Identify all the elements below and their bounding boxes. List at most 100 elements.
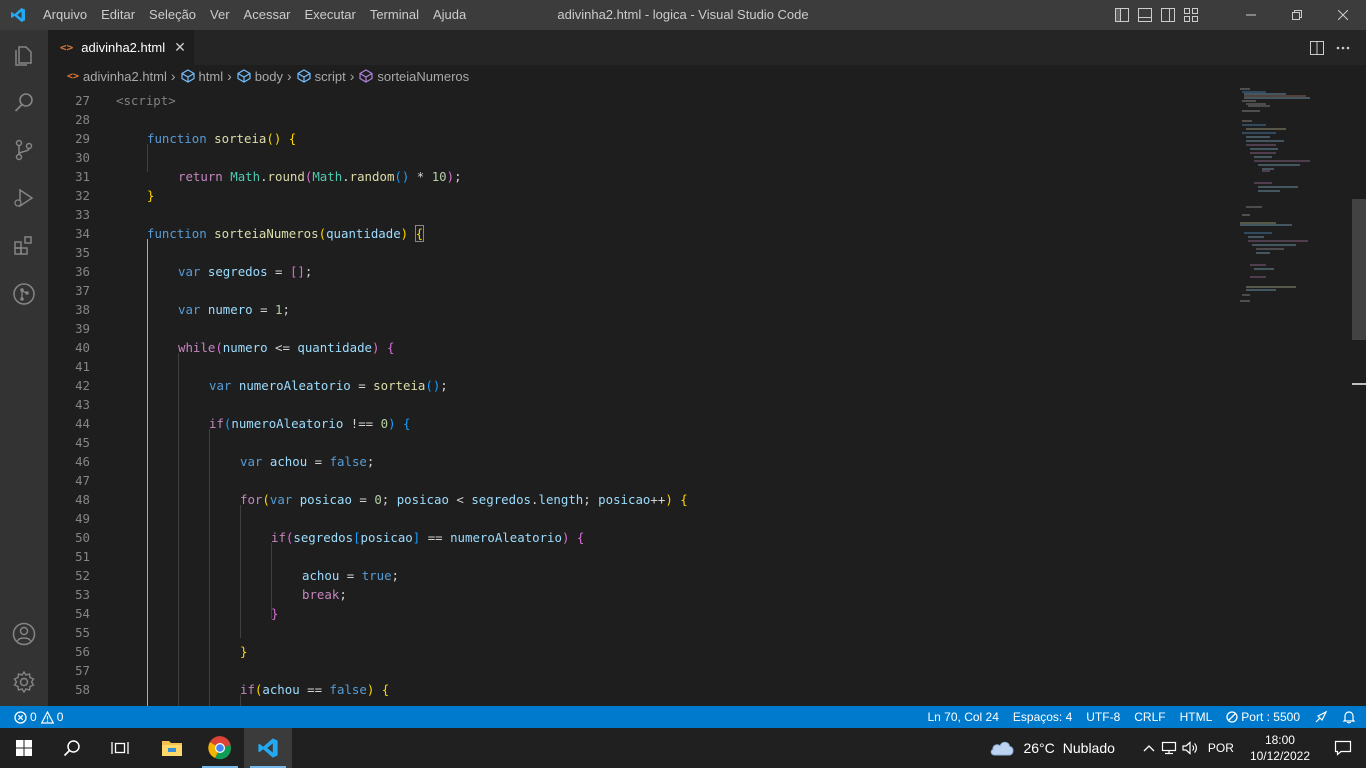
- menu-arquivo[interactable]: Arquivo: [36, 0, 94, 30]
- minimap[interactable]: [1236, 87, 1316, 317]
- live-server-port[interactable]: Port : 5500: [1219, 706, 1307, 728]
- task-view-icon[interactable]: [96, 728, 144, 768]
- volume-icon[interactable]: [1182, 741, 1200, 755]
- line-number: 43: [75, 397, 90, 412]
- taskbar-search-icon[interactable]: [48, 728, 96, 768]
- customize-layout-icon[interactable]: [1179, 0, 1202, 30]
- encoding[interactable]: UTF-8: [1079, 706, 1127, 728]
- line-number: 41: [75, 359, 90, 374]
- more-actions-icon[interactable]: [1330, 30, 1356, 65]
- line-number: 30: [75, 150, 90, 165]
- manage-gear-icon[interactable]: [0, 658, 48, 706]
- breadcrumb-html[interactable]: html: [180, 69, 223, 84]
- vertical-scrollbar-track[interactable]: [1352, 87, 1366, 706]
- indent-guide-active: [147, 239, 148, 706]
- accounts-icon[interactable]: [0, 610, 48, 658]
- token: length: [538, 492, 584, 507]
- file-explorer-icon[interactable]: [148, 728, 196, 768]
- line-number: 58: [75, 682, 90, 697]
- menu-bar: Arquivo Editar Seleção Ver Acessar Execu…: [36, 0, 473, 30]
- line-number: 50: [75, 530, 90, 545]
- source-control-icon[interactable]: [0, 126, 48, 174]
- toggle-primary-sidebar-icon[interactable]: [1110, 0, 1133, 30]
- line-number: 31: [75, 169, 90, 184]
- menu-executar[interactable]: Executar: [298, 0, 363, 30]
- chrome-icon[interactable]: [196, 728, 244, 768]
- toggle-panel-icon[interactable]: [1133, 0, 1156, 30]
- token: sorteiaNumeros: [214, 226, 319, 241]
- code-line-29: function sorteia() {: [147, 131, 297, 146]
- breadcrumb-file[interactable]: <> adivinha2.html: [67, 69, 167, 84]
- token: var: [269, 492, 293, 507]
- cursor-position-marker: [1352, 383, 1366, 385]
- token: function: [147, 131, 207, 146]
- minimize-icon[interactable]: [1228, 0, 1274, 30]
- tab-close-icon[interactable]: ✕: [174, 40, 186, 56]
- no-entry-icon: [1226, 711, 1238, 723]
- toggle-secondary-sidebar-icon[interactable]: [1156, 0, 1179, 30]
- line-number: 36: [75, 264, 90, 279]
- breadcrumb-body[interactable]: body: [237, 69, 283, 84]
- code-line-52: achou = true;: [302, 568, 400, 583]
- menu-ajuda[interactable]: Ajuda: [426, 0, 473, 30]
- tweet-feedback-icon[interactable]: [1307, 706, 1335, 728]
- token: sorteia: [373, 378, 426, 393]
- problems-indicator[interactable]: 0 0: [0, 706, 70, 728]
- end-of-line[interactable]: CRLF: [1127, 706, 1172, 728]
- token: break: [302, 587, 340, 602]
- code-line-34: function sorteiaNumeros(quantidade) {: [147, 225, 425, 242]
- breadcrumb-script[interactable]: script: [297, 69, 346, 84]
- extensions-icon[interactable]: [0, 222, 48, 270]
- code-area[interactable]: <script> function sorteia() { return Mat…: [116, 87, 1226, 706]
- token: numeroAleatorio: [231, 416, 344, 431]
- html-file-icon: <>: [67, 70, 80, 82]
- line-number: 47: [75, 473, 90, 488]
- port-label: Port : 5500: [1241, 710, 1300, 724]
- indentation[interactable]: Espaços: 4: [1006, 706, 1079, 728]
- line-number: 53: [75, 587, 90, 602]
- close-window-icon[interactable]: [1320, 0, 1366, 30]
- menu-ver[interactable]: Ver: [203, 0, 237, 30]
- explorer-icon[interactable]: [0, 30, 48, 78]
- input-language[interactable]: POR: [1208, 741, 1234, 755]
- code-editor[interactable]: 27 28 29 30 31 32 33 34 35 36 37 38 39 40 41 42 43 44 45 46…: [48, 87, 1366, 706]
- token: posicao: [396, 492, 449, 507]
- menu-acessar[interactable]: Acessar: [237, 0, 298, 30]
- token: function: [147, 226, 207, 241]
- code-line-50: if(segredos[posicao] == numeroAleatorio)…: [271, 530, 585, 545]
- tab-adivinha2-html[interactable]: <> adivinha2.html ✕: [48, 30, 194, 65]
- error-icon: [14, 710, 27, 724]
- line-number: 55: [75, 625, 90, 640]
- tab-label: adivinha2.html: [81, 40, 166, 55]
- windows-start-icon[interactable]: [0, 728, 48, 768]
- token: var: [178, 302, 201, 317]
- code-line-31: return Math.round(Math.random() * 10);: [178, 169, 462, 184]
- menu-terminal[interactable]: Terminal: [363, 0, 426, 30]
- menu-selecao[interactable]: Seleção: [142, 0, 203, 30]
- token: numero: [207, 302, 253, 317]
- git-graph-icon[interactable]: [0, 270, 48, 318]
- run-debug-icon[interactable]: [0, 174, 48, 222]
- line-number-gutter: 27 28 29 30 31 32 33 34 35 36 37 38 39 40 41 42 43 44 45 46…: [48, 87, 112, 706]
- weather-widget[interactable]: 26°C Nublado: [989, 739, 1115, 757]
- vscode-taskbar-icon[interactable]: [244, 728, 292, 768]
- breadcrumb-separator-icon: ›: [170, 68, 176, 84]
- notifications-bell-icon[interactable]: [1335, 706, 1366, 728]
- cursor-position[interactable]: Ln 70, Col 24: [921, 706, 1006, 728]
- search-icon[interactable]: [0, 78, 48, 126]
- breadcrumb-separator-icon: ›: [227, 68, 232, 84]
- menu-editar[interactable]: Editar: [94, 0, 142, 30]
- split-editor-icon[interactable]: [1304, 30, 1330, 65]
- vertical-scrollbar-thumb[interactable]: [1352, 199, 1366, 340]
- line-number: 54: [75, 606, 90, 621]
- token: return: [178, 169, 223, 184]
- line-number: 32: [75, 188, 90, 203]
- clock[interactable]: 18:00 10/12/2022: [1240, 732, 1320, 764]
- restore-icon[interactable]: [1274, 0, 1320, 30]
- network-icon[interactable]: [1161, 741, 1177, 755]
- breadcrumb-function[interactable]: sorteiaNumeros: [359, 69, 469, 84]
- title-bar: Arquivo Editar Seleção Ver Acessar Execu…: [0, 0, 1366, 30]
- show-hidden-icons-chevron-up-icon[interactable]: [1143, 744, 1155, 752]
- notification-center-icon[interactable]: [1320, 740, 1366, 756]
- language-mode[interactable]: HTML: [1173, 706, 1220, 728]
